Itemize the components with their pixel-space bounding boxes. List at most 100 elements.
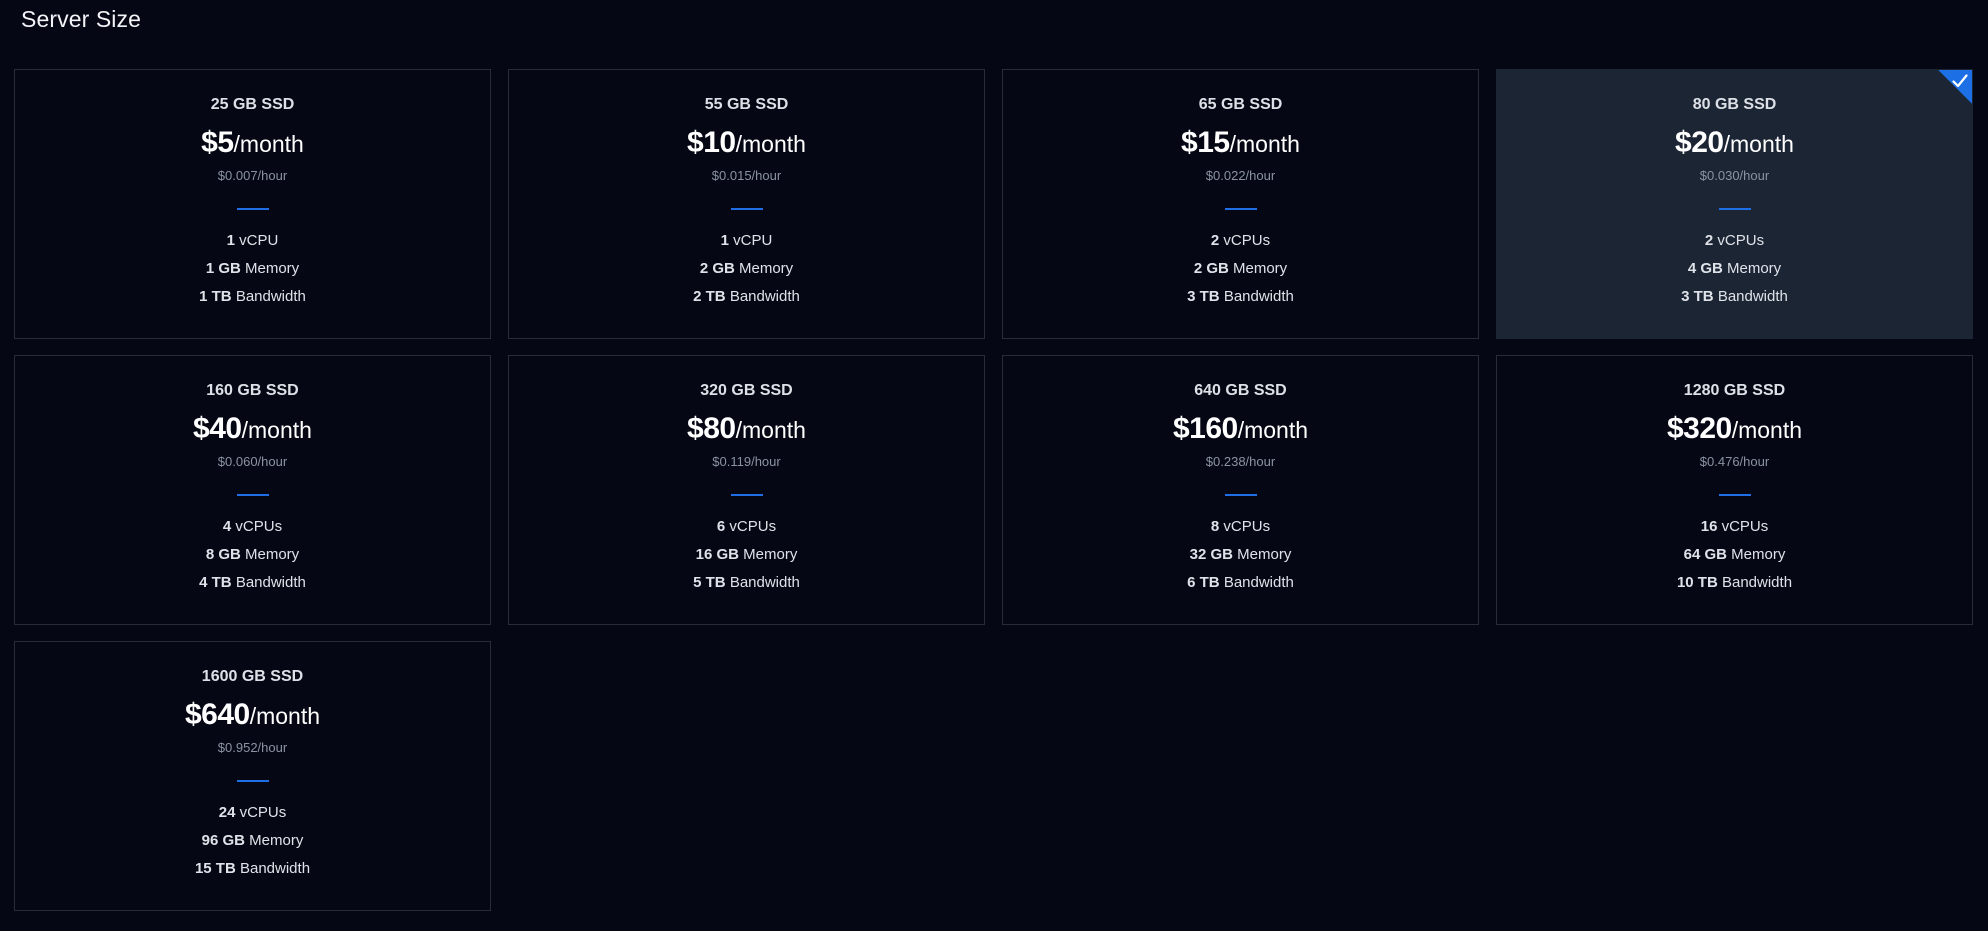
cpu-unit: vCPUs <box>239 804 287 821</box>
bandwidth-amount: 4 TB <box>199 574 232 591</box>
memory-amount: 2 GB <box>699 260 735 277</box>
plan-card-1280gb[interactable]: 1280 GB SSD $320/month $0.476/hour 16 vC… <box>1496 355 1973 625</box>
plan-memory-spec: 8 GB Memory <box>15 546 490 563</box>
plan-hourly-rate: $0.119/hour <box>712 454 781 469</box>
plan-bandwidth-spec: 15 TB Bandwidth <box>15 860 490 877</box>
plan-card-160gb[interactable]: 160 GB SSD $40/month $0.060/hour 4 vCPUs… <box>14 355 491 625</box>
checkmark-icon <box>1952 74 1968 88</box>
plan-hourly-rate: $0.238/hour <box>1205 454 1276 469</box>
plan-storage: 640 GB SSD <box>1194 382 1287 399</box>
plan-period: /month <box>735 131 806 157</box>
plan-cpu-spec: 1 vCPU <box>509 232 984 249</box>
plan-memory-spec: 64 GB Memory <box>1497 546 1972 563</box>
memory-amount: 32 GB <box>1189 546 1233 563</box>
memory-unit: Memory <box>1233 260 1288 277</box>
plan-price: $640 <box>184 698 250 731</box>
plan-price-line: $5/month <box>15 126 490 160</box>
plan-divider <box>236 208 269 210</box>
plan-period: /month <box>1237 417 1309 443</box>
bandwidth-unit: Bandwidth <box>1721 574 1793 591</box>
bandwidth-unit: Bandwidth <box>1223 574 1294 591</box>
bandwidth-amount: 10 TB <box>1676 574 1718 591</box>
plan-cpu-spec: 4 vCPUs <box>15 518 490 535</box>
server-size-grid: 25 GB SSD $5/month $0.007/hour 1 vCPU 1 … <box>14 69 1974 911</box>
plan-hourly-rate: $0.007/hour <box>217 168 288 183</box>
cpu-count: 4 <box>222 518 232 535</box>
plan-cpu-spec: 24 vCPUs <box>15 804 490 821</box>
plan-bandwidth-spec: 4 TB Bandwidth <box>15 574 490 591</box>
plan-hourly-rate: $0.015/hour <box>711 168 782 183</box>
plan-divider <box>1224 208 1257 210</box>
cpu-unit: vCPU <box>733 232 773 249</box>
plan-price: $15 <box>1181 126 1230 159</box>
plan-divider <box>730 208 763 210</box>
plan-period: /month <box>233 131 304 157</box>
plan-card-1600gb[interactable]: 1600 GB SSD $640/month $0.952/hour 24 vC… <box>14 641 491 911</box>
cpu-count: 24 <box>218 804 236 821</box>
plan-divider <box>236 494 269 496</box>
bandwidth-amount: 3 TB <box>1681 288 1714 305</box>
memory-amount: 96 GB <box>201 832 245 849</box>
plan-period: /month <box>1731 417 1803 443</box>
plan-price-line: $20/month <box>1497 126 1972 160</box>
memory-unit: Memory <box>1237 546 1292 563</box>
plan-bandwidth-spec: 3 TB Bandwidth <box>1497 288 1972 305</box>
plan-card-80gb[interactable]: 80 GB SSD $20/month $0.030/hour 2 vCPUs … <box>1496 69 1973 339</box>
plan-memory-spec: 1 GB Memory <box>15 260 490 277</box>
memory-amount: 1 GB <box>205 260 241 277</box>
plan-storage: 1280 GB SSD <box>1683 382 1786 399</box>
cpu-unit: vCPUs <box>1717 232 1765 249</box>
plan-storage: 25 GB SSD <box>210 96 295 113</box>
cpu-count: 2 <box>1704 232 1714 249</box>
plan-period: /month <box>249 703 321 729</box>
plan-cpu-spec: 8 vCPUs <box>1003 518 1478 535</box>
plan-cpu-spec: 2 vCPUs <box>1003 232 1478 249</box>
bandwidth-unit: Bandwidth <box>1717 288 1788 305</box>
cpu-unit: vCPUs <box>1223 232 1271 249</box>
plan-period: /month <box>1723 131 1794 157</box>
memory-unit: Memory <box>245 546 300 563</box>
bandwidth-amount: 2 TB <box>693 288 726 305</box>
plan-card-55gb[interactable]: 55 GB SSD $10/month $0.015/hour 1 vCPU 2… <box>508 69 985 339</box>
plan-card-25gb[interactable]: 25 GB SSD $5/month $0.007/hour 1 vCPU 1 … <box>14 69 491 339</box>
plan-card-320gb[interactable]: 320 GB SSD $80/month $0.119/hour 6 vCPUs… <box>508 355 985 625</box>
plan-price-line: $10/month <box>509 126 984 160</box>
memory-unit: Memory <box>245 260 300 277</box>
plan-storage: 65 GB SSD <box>1198 96 1283 113</box>
plan-divider <box>730 494 763 496</box>
plan-divider <box>1224 494 1257 496</box>
plan-bandwidth-spec: 3 TB Bandwidth <box>1003 288 1478 305</box>
cpu-count: 1 <box>226 232 235 249</box>
plan-price: $5 <box>201 126 234 159</box>
bandwidth-amount: 15 TB <box>194 860 236 877</box>
bandwidth-unit: Bandwidth <box>235 288 306 305</box>
plan-card-640gb[interactable]: 640 GB SSD $160/month $0.238/hour 8 vCPU… <box>1002 355 1479 625</box>
plan-bandwidth-spec: 10 TB Bandwidth <box>1497 574 1972 591</box>
bandwidth-unit: Bandwidth <box>235 574 306 591</box>
memory-unit: Memory <box>743 546 798 563</box>
plan-memory-spec: 4 GB Memory <box>1497 260 1972 277</box>
plan-price-line: $320/month <box>1497 412 1972 446</box>
plan-price-line: $15/month <box>1003 126 1478 160</box>
plan-price-line: $640/month <box>15 698 490 732</box>
cpu-count: 8 <box>1210 518 1220 535</box>
cpu-count: 2 <box>1210 232 1220 249</box>
plan-card-65gb[interactable]: 65 GB SSD $15/month $0.022/hour 2 vCPUs … <box>1002 69 1479 339</box>
memory-unit: Memory <box>739 260 794 277</box>
cpu-unit: vCPUs <box>729 518 777 535</box>
plan-price: $10 <box>687 126 736 159</box>
plan-price-line: $160/month <box>1003 412 1478 446</box>
plan-price: $160 <box>1172 412 1238 445</box>
bandwidth-amount: 6 TB <box>1187 574 1220 591</box>
plan-bandwidth-spec: 1 TB Bandwidth <box>15 288 490 305</box>
memory-amount: 8 GB <box>205 546 241 563</box>
memory-amount: 16 GB <box>695 546 739 563</box>
memory-amount: 2 GB <box>1193 260 1229 277</box>
plan-period: /month <box>241 417 312 443</box>
plan-divider <box>236 780 269 782</box>
plan-price: $40 <box>193 412 242 445</box>
plan-cpu-spec: 1 vCPU <box>15 232 490 249</box>
plan-memory-spec: 96 GB Memory <box>15 832 490 849</box>
cpu-unit: vCPUs <box>235 518 283 535</box>
plan-hourly-rate: $0.022/hour <box>1205 168 1276 183</box>
